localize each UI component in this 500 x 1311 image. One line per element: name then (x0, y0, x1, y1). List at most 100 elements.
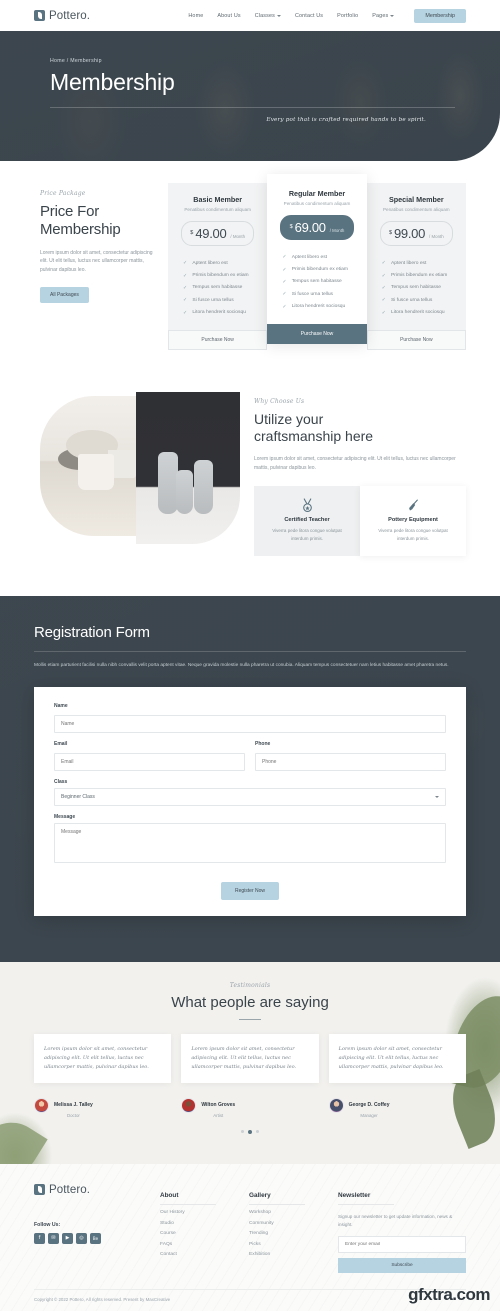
footer-link-faqs[interactable]: FAQs (160, 1242, 249, 1247)
pricing-card-regular[interactable]: Regular Member Penatibus condimentum ali… (267, 174, 367, 344)
all-packages-button[interactable]: All Packages (40, 286, 89, 303)
footer-link-workshop[interactable]: Workshop (249, 1210, 338, 1215)
pricing-section: Price Package Price For Membership Lorem… (0, 161, 500, 384)
footer-link-studio[interactable]: Studio (160, 1221, 249, 1226)
pottery-shelf-image (40, 395, 148, 536)
plan-feature: ✓ Si fusce urna tellus (183, 297, 234, 304)
membership-button[interactable]: Membership (414, 8, 466, 23)
email-input[interactable] (54, 752, 245, 771)
footer-link-picks[interactable]: Picks (249, 1242, 338, 1247)
carousel-dot[interactable] (256, 1129, 259, 1133)
facebook-icon[interactable]: f (34, 1232, 45, 1244)
purchase-now-button[interactable]: Purchase Now (168, 329, 268, 350)
youtube-icon[interactable]: ▶ (62, 1232, 73, 1244)
feature-box-pottery-equipment[interactable]: Pottery Equipment Viverra pede litora co… (360, 486, 466, 556)
copyright-bar: Copyright © 2022 Pottero, All rights res… (34, 1288, 466, 1311)
plan-feature: ✓ Tempus sem habitasse (282, 278, 342, 285)
subscribe-button[interactable]: Subscribe (338, 1257, 466, 1273)
site-footer: Pottero. Follow Us: f ✉ ▶ ◎ Be About Our… (0, 1163, 500, 1311)
nav-item-contact-us[interactable]: Contact Us (295, 13, 323, 19)
footer-logo[interactable]: Pottero. (34, 1184, 160, 1196)
name-input[interactable] (54, 714, 446, 733)
hero-banner: Home / Membership Membership Every pot t… (0, 31, 500, 161)
phone-field-group: Phone (255, 741, 446, 771)
testimonials-section: Testimonials What people are saying Lore… (0, 962, 500, 1164)
avatar (181, 1098, 197, 1114)
plan-feature: ✓ Primis bibendum ex etiam (282, 266, 348, 273)
registration-form: Name Email Phone Class Beginner Class (34, 686, 466, 916)
why-image-group (40, 391, 240, 547)
testimonials-eyebrow: Testimonials (229, 981, 271, 989)
nav-item-home[interactable]: Home (188, 13, 203, 19)
plan-subtitle: Penatibus condimentum aliquam (382, 207, 450, 212)
testimonial-card: Lorem ipsum dolor sit amet, consectetur … (181, 1033, 319, 1084)
pricing-card-special[interactable]: Special Member Penatibus condimentum ali… (366, 183, 466, 350)
pricing-body: Lorem ipsum dolor sit amet, consectetur … (40, 249, 153, 274)
pricing-card-basic[interactable]: Basic Member Penatibus condimentum aliqu… (168, 183, 268, 350)
plan-feature: ✓ Si fusce urna tellus (282, 291, 334, 298)
chevron-down-icon (276, 14, 281, 17)
purchase-now-button[interactable]: Purchase Now (366, 329, 466, 350)
nav-item-pages[interactable]: Pages (372, 13, 395, 19)
pricing-title: Price For Membership (40, 203, 121, 239)
chevron-down-icon (390, 14, 395, 17)
price-amount: 49.00 (195, 226, 227, 241)
behance-icon[interactable]: Be (90, 1232, 101, 1244)
testimonial-authors: Melissa J. Talley Doctor Wilton Groves A… (34, 1093, 466, 1118)
why-content: Why Choose Us Utilize your craftsmanship… (254, 392, 466, 556)
plan-name: Regular Member (288, 189, 346, 198)
footer-link-trending[interactable]: Trending (249, 1231, 338, 1236)
message-textarea[interactable] (54, 822, 446, 863)
email-field-group: Email (54, 741, 245, 771)
register-now-button[interactable]: Register Now (220, 881, 279, 900)
author-role: Artist (213, 1112, 224, 1118)
plan-footer: Purchase Now (366, 329, 466, 350)
plan-features: ✓ Aptent libero est ✓ Primis bibendum ex e… (278, 251, 355, 313)
footer-link-our-history[interactable]: Our History (160, 1210, 249, 1215)
purchase-now-button[interactable]: Purchase Now (267, 323, 367, 344)
author-role: Manager (360, 1112, 378, 1118)
feature-box-certified-teacher[interactable]: Certified Teacher Viverra pede litora co… (254, 486, 360, 556)
footer-columns: Pottero. Follow Us: f ✉ ▶ ◎ Be About Our… (34, 1184, 466, 1273)
main-navigation: Home About Us Classes Contact Us Portfol… (188, 8, 466, 23)
footer-link-exhibition[interactable]: Exhibition (249, 1252, 338, 1257)
why-title-line1: Utilize your (254, 410, 324, 427)
plan-feature: ✓ Litora hendrerit sociosqu (381, 309, 445, 316)
site-header: Pottero. Home About Us Classes Contact U… (0, 0, 500, 31)
price-period: / Month (230, 234, 246, 239)
carousel-dots (34, 1129, 466, 1134)
testimonial-quote: Lorem ipsum dolor sit amet, consectetur … (44, 1045, 149, 1071)
check-icon: ✓ (282, 254, 287, 261)
site-logo[interactable]: Pottero. (34, 10, 90, 22)
plan-feature: ✓ Primis bibendum ex etiam (381, 272, 448, 279)
nav-item-portfolio[interactable]: Portfolio (337, 13, 358, 19)
why-body: Lorem ipsum dolor sit amet, consectetur … (254, 455, 456, 471)
testimonials-divider (239, 1018, 261, 1020)
logo-text: Pottero. (49, 9, 91, 22)
nav-item-classes[interactable]: Classes (255, 13, 281, 19)
footer-link-community[interactable]: Community (249, 1221, 338, 1226)
registration-title: Registration Form (34, 623, 150, 641)
pricing-eyebrow: Price Package (40, 190, 86, 197)
phone-input[interactable] (255, 752, 446, 771)
vase-shape (194, 459, 213, 514)
nav-item-about-us[interactable]: About Us (217, 13, 240, 19)
breadcrumb[interactable]: Home / Membership (50, 58, 466, 64)
carousel-dot[interactable] (241, 1129, 244, 1133)
class-label: Class (54, 778, 68, 785)
carousel-dot-active[interactable] (248, 1129, 252, 1134)
avatar (328, 1098, 344, 1114)
feature-title: Pottery Equipment (388, 517, 438, 524)
paint-brush-icon (370, 497, 456, 514)
testimonial-card: Lorem ipsum dolor sit amet, consectetur … (328, 1033, 466, 1084)
instagram-icon[interactable]: ◎ (76, 1232, 87, 1244)
feature-body: Viverra pede litora congue volutpat inte… (378, 528, 448, 542)
class-select[interactable]: Beginner Class (54, 787, 446, 806)
footer-logo-text: Pottero. (49, 1183, 91, 1196)
why-title: Utilize your craftsmanship here (254, 411, 466, 446)
twitter-icon[interactable]: ✉ (48, 1232, 59, 1244)
newsletter-email-input[interactable] (338, 1235, 466, 1253)
footer-link-course[interactable]: Course (160, 1231, 249, 1236)
footer-link-contact[interactable]: Contact (160, 1252, 249, 1257)
why-eyebrow: Why Choose Us (254, 397, 305, 405)
